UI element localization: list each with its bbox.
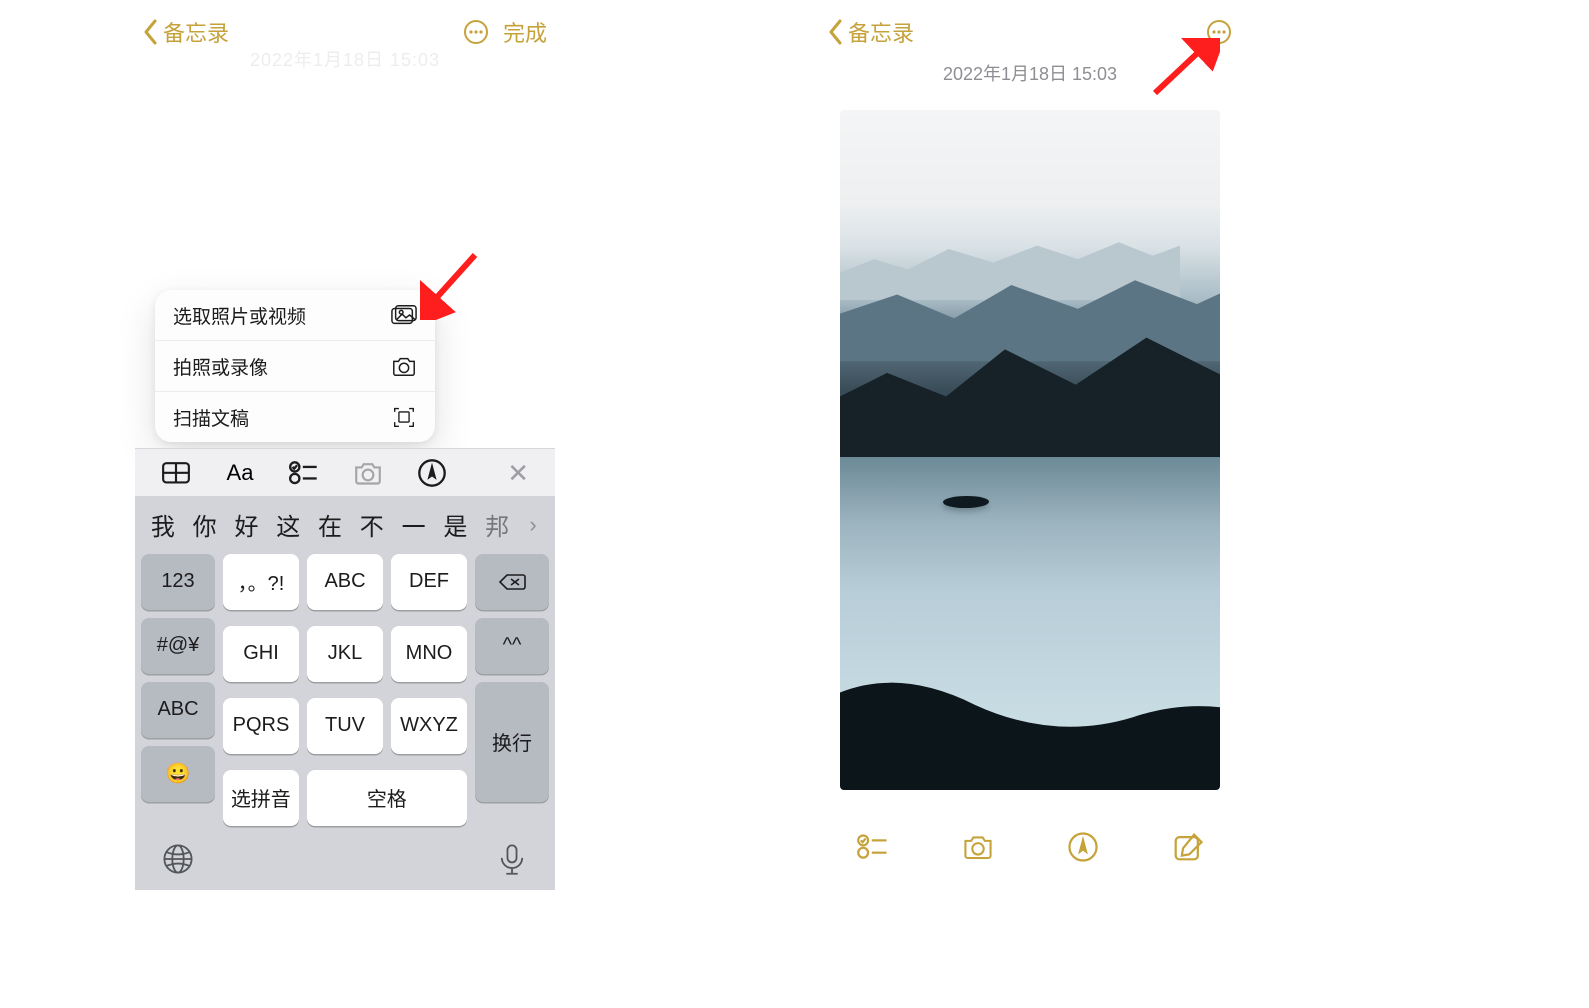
text-format-button[interactable]: Aa xyxy=(225,458,255,488)
timestamp-faded: 2022年1月18日 15:03 xyxy=(135,46,555,72)
close-icon: ✕ xyxy=(507,458,529,488)
chevron-right-icon[interactable]: › xyxy=(519,512,547,538)
key-def[interactable]: DEF xyxy=(391,554,467,610)
keyboard-bottom-bar xyxy=(135,834,555,890)
camera-button[interactable] xyxy=(353,458,383,488)
markup-icon xyxy=(417,458,447,488)
backspace-icon xyxy=(498,573,526,591)
phone-left: 备忘录 完成 2022年1月18日 15:03 选取照片或视频 拍照或录像 扫描… xyxy=(135,10,555,890)
compose-icon xyxy=(1172,831,1204,863)
key-emoji[interactable]: 😀 xyxy=(141,746,215,802)
key-mno[interactable]: MNO xyxy=(391,626,467,682)
keyboard: 我 你 好 这 在 不 一 是 邦 › 123 #@¥ ABC 😀 ，。?! A… xyxy=(135,496,555,890)
markup-button[interactable] xyxy=(417,458,447,488)
suggestion[interactable]: 好 xyxy=(227,507,267,542)
table-icon xyxy=(161,461,191,485)
format-bar: Aa ✕ xyxy=(135,448,555,498)
back-button[interactable]: 备忘录 xyxy=(828,16,914,48)
close-button[interactable]: ✕ xyxy=(507,458,529,489)
chevron-left-icon xyxy=(828,19,844,45)
key-abc-mode[interactable]: ABC xyxy=(141,682,215,738)
popup-item-label: 拍照或录像 xyxy=(173,353,268,380)
suggestion[interactable]: 邦 xyxy=(477,507,517,542)
key-punct[interactable]: ，。?! xyxy=(223,554,299,610)
key-backspace[interactable] xyxy=(475,554,549,610)
key-123[interactable]: 123 xyxy=(141,554,215,610)
more-circle-icon xyxy=(1206,19,1232,45)
checklist-button[interactable] xyxy=(857,831,889,863)
key-caret[interactable]: ^^ xyxy=(475,618,549,674)
popup-item-label: 扫描文稿 xyxy=(173,404,249,431)
photo-stack-icon xyxy=(391,304,417,326)
compose-button[interactable] xyxy=(1172,831,1204,863)
mic-icon xyxy=(495,842,529,876)
timestamp: 2022年1月18日 15:03 xyxy=(820,60,1240,86)
more-circle-icon xyxy=(463,19,489,45)
checklist-icon xyxy=(857,833,889,860)
camera-button[interactable] xyxy=(962,831,994,863)
key-return[interactable]: 换行 xyxy=(475,682,549,802)
suggestion-bar: 我 你 好 这 在 不 一 是 邦 › xyxy=(135,496,555,554)
key-jkl[interactable]: JKL xyxy=(307,626,383,682)
back-label: 备忘录 xyxy=(163,16,229,48)
suggestion[interactable]: 你 xyxy=(185,507,225,542)
camera-icon xyxy=(962,834,994,859)
checklist-button[interactable] xyxy=(289,458,319,488)
suggestion[interactable]: 这 xyxy=(268,507,308,542)
popup-item-choose-photo[interactable]: 选取照片或视频 xyxy=(155,290,435,341)
table-button[interactable] xyxy=(161,458,191,488)
done-button[interactable]: 完成 xyxy=(503,16,547,48)
key-pinyin[interactable]: 选拼音 xyxy=(223,770,299,826)
globe-icon xyxy=(161,842,195,876)
suggestion[interactable]: 不 xyxy=(352,507,392,542)
text-format-icon: Aa xyxy=(227,460,254,486)
suggestion[interactable]: 我 xyxy=(143,507,183,542)
phone-right: 备忘录 2022年1月18日 15:03 xyxy=(820,10,1240,890)
popup-item-scan-doc[interactable]: 扫描文稿 xyxy=(155,392,435,442)
chevron-left-icon xyxy=(143,19,159,45)
suggestion[interactable]: 一 xyxy=(394,507,434,542)
globe-button[interactable] xyxy=(161,842,195,881)
doc-scan-icon xyxy=(391,406,417,428)
key-tuv[interactable]: TUV xyxy=(307,698,383,754)
key-ghi[interactable]: GHI xyxy=(223,626,299,682)
mic-button[interactable] xyxy=(495,842,529,881)
camera-icon xyxy=(353,461,383,485)
markup-icon xyxy=(1067,831,1099,863)
attach-popup: 选取照片或视频 拍照或录像 扫描文稿 xyxy=(155,290,435,442)
suggestion[interactable]: 在 xyxy=(310,507,350,542)
more-button[interactable] xyxy=(1206,19,1232,45)
suggestion[interactable]: 是 xyxy=(435,507,475,542)
key-space[interactable]: 空格 xyxy=(307,770,467,826)
markup-button[interactable] xyxy=(1067,831,1099,863)
key-symbols[interactable]: #@¥ xyxy=(141,618,215,674)
topbar-right: 备忘录 xyxy=(820,10,1240,54)
note-photo[interactable] xyxy=(840,110,1220,790)
checklist-icon xyxy=(289,460,319,485)
key-wxyz[interactable]: WXYZ xyxy=(391,698,467,754)
camera-icon xyxy=(391,355,417,377)
back-label: 备忘录 xyxy=(848,16,914,48)
back-button[interactable]: 备忘录 xyxy=(143,16,229,48)
popup-item-take-photo[interactable]: 拍照或录像 xyxy=(155,341,435,392)
more-button[interactable] xyxy=(463,19,489,45)
forest-foreground xyxy=(840,668,1220,790)
key-pqrs[interactable]: PQRS xyxy=(223,698,299,754)
popup-item-label: 选取照片或视频 xyxy=(173,302,306,329)
key-abc[interactable]: ABC xyxy=(307,554,383,610)
lake-island xyxy=(942,496,990,508)
note-toolbar xyxy=(820,824,1240,870)
